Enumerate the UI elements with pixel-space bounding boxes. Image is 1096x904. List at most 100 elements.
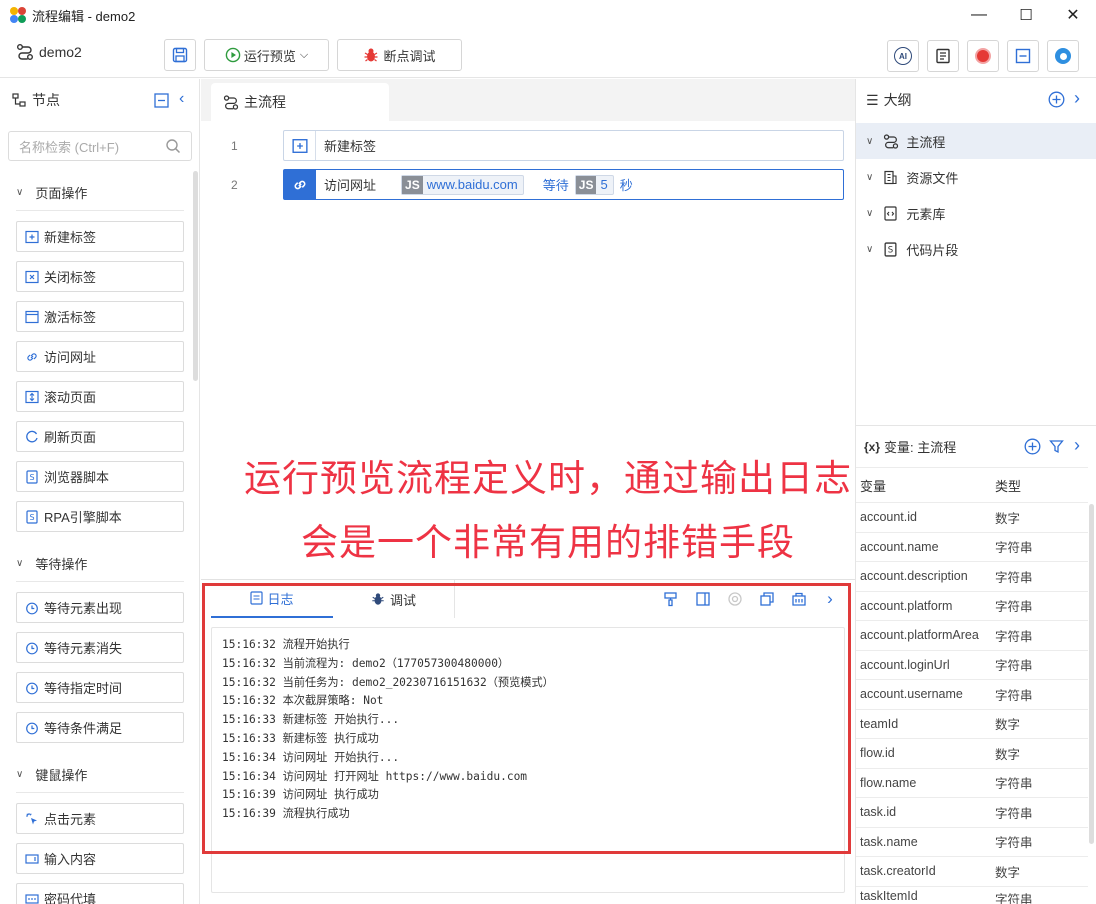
log-line: 15:16:32 当前流程为: demo2（177057300480000） xyxy=(222,656,510,670)
node-scroll-page[interactable]: 滚动页面 xyxy=(16,381,184,412)
outline-item-main-flow[interactable]: ∨ 主流程 xyxy=(856,123,1096,159)
table-row[interactable]: task.name 字符串 xyxy=(856,828,1088,857)
variable-name: task.id xyxy=(860,805,897,820)
variable-name: flow.id xyxy=(860,746,895,761)
group-keyboard-mouse[interactable]: ∨ 键鼠操作 xyxy=(16,765,87,784)
building-icon xyxy=(884,170,897,184)
node-visit-url[interactable]: 访问网址 xyxy=(16,341,184,372)
search-icon[interactable] xyxy=(165,138,181,154)
table-row[interactable]: flow.name 字符串 xyxy=(856,769,1088,798)
new-tab-icon xyxy=(284,131,316,160)
outline-item-label: 资源文件 xyxy=(906,170,959,186)
record-icon xyxy=(975,48,991,64)
chevron-down-icon: ∨ xyxy=(16,769,24,780)
group-label: 键鼠操作 xyxy=(35,768,88,783)
table-row[interactable]: taskItemId 字符串 xyxy=(856,887,1088,904)
run-preview-button[interactable]: 运行预览 ⌵ xyxy=(204,39,329,71)
save-button[interactable] xyxy=(164,39,196,71)
stop-icon[interactable] xyxy=(726,590,744,608)
variable-type: 字符串 xyxy=(995,570,1033,585)
node-panel-title: 节点 xyxy=(32,92,60,108)
node-activate-tab[interactable]: 激活标签 xyxy=(16,301,184,332)
tab-main-flow[interactable]: 主流程 xyxy=(211,83,389,121)
tab-label: 主流程 xyxy=(244,94,286,110)
step-new-tab[interactable]: 新建标签 xyxy=(283,130,844,161)
variable-type: 字符串 xyxy=(995,892,1033,904)
outline-header: ☰ 大纲 › xyxy=(856,79,1096,121)
node-click-element[interactable]: 点击元素 xyxy=(16,803,184,834)
outline-item-label: 元素库 xyxy=(906,206,946,222)
ai-button[interactable]: AI xyxy=(887,40,919,72)
step-visit-url[interactable]: 访问网址 JS www.baidu.com 等待 JS 5 秒 xyxy=(283,169,844,200)
table-row[interactable]: teamId 数字 xyxy=(856,710,1088,739)
node-search-input[interactable]: 名称检索 (Ctrl+F) xyxy=(8,131,192,161)
node-wait-condition[interactable]: 等待条件满足 xyxy=(16,712,184,743)
table-row[interactable]: task.creatorId 数字 xyxy=(856,857,1088,887)
project-name: demo2 xyxy=(39,44,82,60)
variable-name: account.description xyxy=(860,569,968,584)
minimize-button[interactable]: — xyxy=(956,0,1002,30)
wait-chip[interactable]: JS 5 xyxy=(574,174,614,195)
group-label: 页面操作 xyxy=(35,186,88,201)
breakpoint-debug-button[interactable]: 断点调试 xyxy=(337,39,462,71)
format-brush-icon[interactable] xyxy=(662,590,680,608)
node-wait-element-appear[interactable]: 等待元素出现 xyxy=(16,592,184,623)
close-button[interactable]: ✕ xyxy=(1050,0,1096,30)
node-password-fill[interactable]: 密码代填 xyxy=(16,883,184,904)
collapse-all-icon[interactable] xyxy=(154,93,169,108)
step-label: 访问网址 xyxy=(324,178,377,193)
table-row[interactable]: account.description 字符串 xyxy=(856,562,1088,592)
node-close-tab[interactable]: 关闭标签 xyxy=(16,261,184,292)
document-button[interactable] xyxy=(927,40,959,72)
variable-name: teamId xyxy=(860,716,899,731)
outline-item-label: 主流程 xyxy=(906,134,946,150)
node-panel-scrollbar[interactable] xyxy=(193,171,198,381)
table-row[interactable]: account.loginUrl 字符串 xyxy=(856,651,1088,680)
node-wait-time[interactable]: 等待指定时间 xyxy=(16,672,184,703)
variable-type: 字符串 xyxy=(995,688,1033,703)
table-row[interactable]: task.id 字符串 xyxy=(856,798,1088,828)
wait-label: 等待 xyxy=(542,178,569,193)
url-chip[interactable]: JS www.baidu.com xyxy=(401,174,524,195)
settings-icon xyxy=(1055,48,1071,64)
table-row[interactable]: account.platformArea 字符串 xyxy=(856,621,1088,651)
log-line: 15:16:39 访问网址 执行成功 xyxy=(222,788,379,802)
play-icon xyxy=(225,47,241,63)
chevron-right-icon[interactable]: › xyxy=(821,589,839,608)
svg-text:S: S xyxy=(888,245,893,255)
chevron-right-icon[interactable]: › xyxy=(1074,88,1080,109)
table-row[interactable]: account.platform 字符串 xyxy=(856,592,1088,621)
wait-unit: 秒 xyxy=(619,178,633,193)
group-page-operations[interactable]: ∨ 页面操作 xyxy=(16,183,87,202)
node-input-content[interactable]: 输入内容 xyxy=(16,843,184,874)
book-icon[interactable] xyxy=(694,590,712,608)
tab-log[interactable]: 日志 xyxy=(211,580,333,618)
variable-name: task.creatorId xyxy=(860,864,936,879)
node-wait-element-disappear[interactable]: 等待元素消失 xyxy=(16,632,184,663)
chevron-down-icon: ∨ xyxy=(866,243,874,255)
node-new-tab[interactable]: 新建标签 xyxy=(16,221,184,252)
maximize-button[interactable]: ☐ xyxy=(1003,0,1049,30)
panel-toggle-button[interactable] xyxy=(1007,40,1039,72)
node-label: 等待指定时间 xyxy=(44,681,123,696)
code-file-icon xyxy=(884,205,897,221)
copy-icon[interactable] xyxy=(758,590,776,608)
table-row[interactable]: account.username 字符串 xyxy=(856,680,1088,710)
record-button[interactable] xyxy=(967,40,999,72)
step-label: 新建标签 xyxy=(324,139,377,154)
annotation-line-2: 会是一个非常有用的排错手段 xyxy=(301,521,795,564)
node-label: 刷新页面 xyxy=(44,430,97,445)
variable-name: taskItemId xyxy=(860,888,918,903)
tab-debug[interactable]: 调试 xyxy=(333,580,455,618)
settings-button[interactable] xyxy=(1047,40,1079,72)
chevron-down-icon: ∨ xyxy=(866,135,874,147)
log-line: 15:16:32 本次截屏策略: Not xyxy=(222,694,384,708)
table-row[interactable]: flow.id 数字 xyxy=(856,739,1088,769)
outline-item-element-library[interactable]: ∨ 元素库 xyxy=(856,195,1096,231)
outline-item-resources[interactable]: ∨ 资源文件 xyxy=(856,159,1096,195)
clock-icon xyxy=(25,601,39,615)
clear-icon[interactable] xyxy=(790,590,808,608)
collapse-panel-icon[interactable]: ‹ xyxy=(179,90,184,108)
add-icon[interactable] xyxy=(1048,91,1065,108)
outline-item-code-snippets[interactable]: ∨ S 代码片段 xyxy=(856,231,1096,267)
